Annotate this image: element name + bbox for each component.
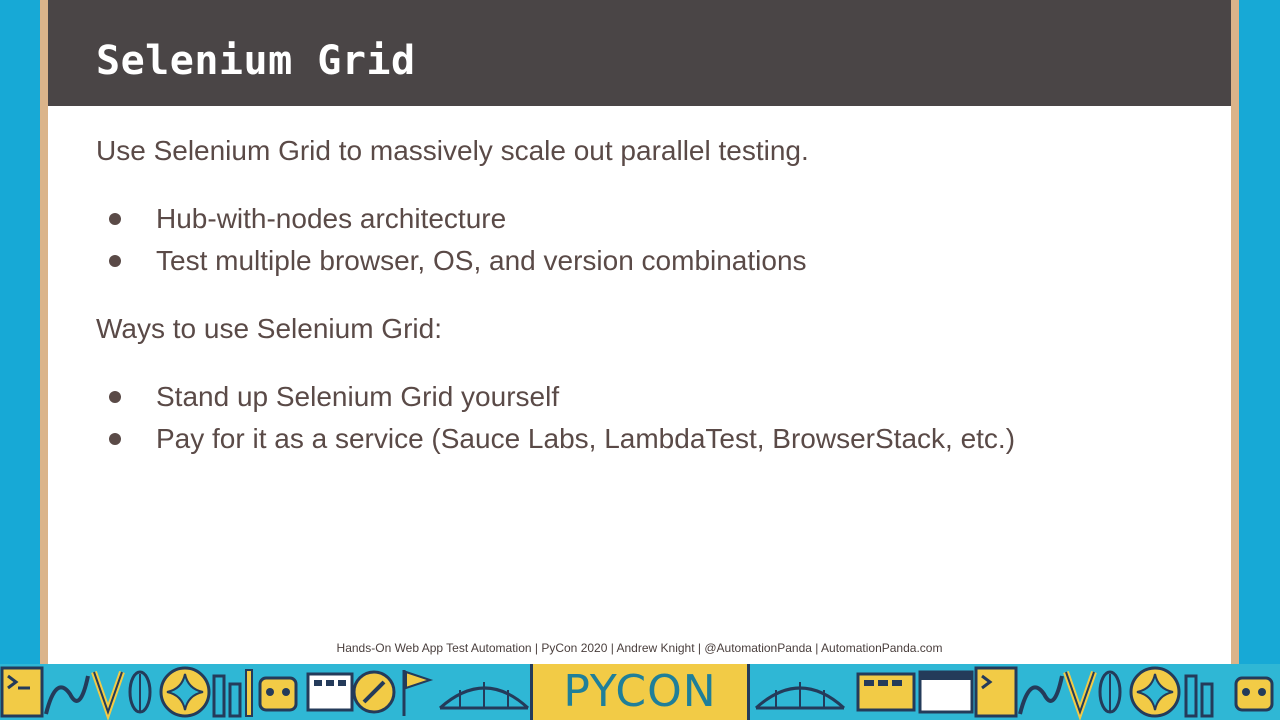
terminal-icon	[0, 666, 44, 718]
terminal-icon	[974, 666, 1018, 718]
bullet-list-2: Stand up Selenium Grid yourself Pay for …	[96, 376, 1196, 460]
wrench-icon	[352, 670, 396, 714]
star-icon	[1129, 666, 1181, 718]
slide-content: Use Selenium Grid to massively scale out…	[96, 134, 1196, 490]
presentation-slide: Selenium Grid Use Selenium Grid to massi…	[48, 0, 1231, 664]
bullet-icon	[109, 213, 121, 225]
slide-title: Selenium Grid	[96, 38, 416, 84]
bullet-icon	[109, 391, 121, 403]
robot-icon	[258, 676, 298, 712]
keyboard-icon	[856, 672, 916, 712]
keyboard-icon	[306, 672, 354, 712]
slide-footer: Hands-On Web App Test Automation | PyCon…	[336, 641, 943, 655]
terminal-icon	[918, 670, 974, 714]
list-item: Test multiple browser, OS, and version c…	[96, 240, 1196, 282]
slide-right-border	[1231, 0, 1239, 664]
slide-left-border	[40, 0, 48, 664]
section-heading: Ways to use Selenium Grid:	[96, 313, 442, 344]
bullet-icon	[109, 255, 121, 267]
bullet-list-1: Hub-with-nodes architecture Test multipl…	[96, 198, 1196, 282]
star-icon	[159, 666, 211, 718]
list-item: Hub-with-nodes architecture	[96, 198, 1196, 240]
pycon-2020-logo: PYCON 2020	[530, 664, 750, 720]
list-item: Stand up Selenium Grid yourself	[96, 376, 1196, 418]
bullet-icon	[109, 433, 121, 445]
intro-text: Use Selenium Grid to massively scale out…	[96, 135, 809, 166]
title-bar: Selenium Grid	[48, 0, 1231, 106]
robot-icon	[1234, 676, 1274, 712]
list-item: Pay for it as a service (Sauce Labs, Lam…	[96, 418, 1196, 460]
